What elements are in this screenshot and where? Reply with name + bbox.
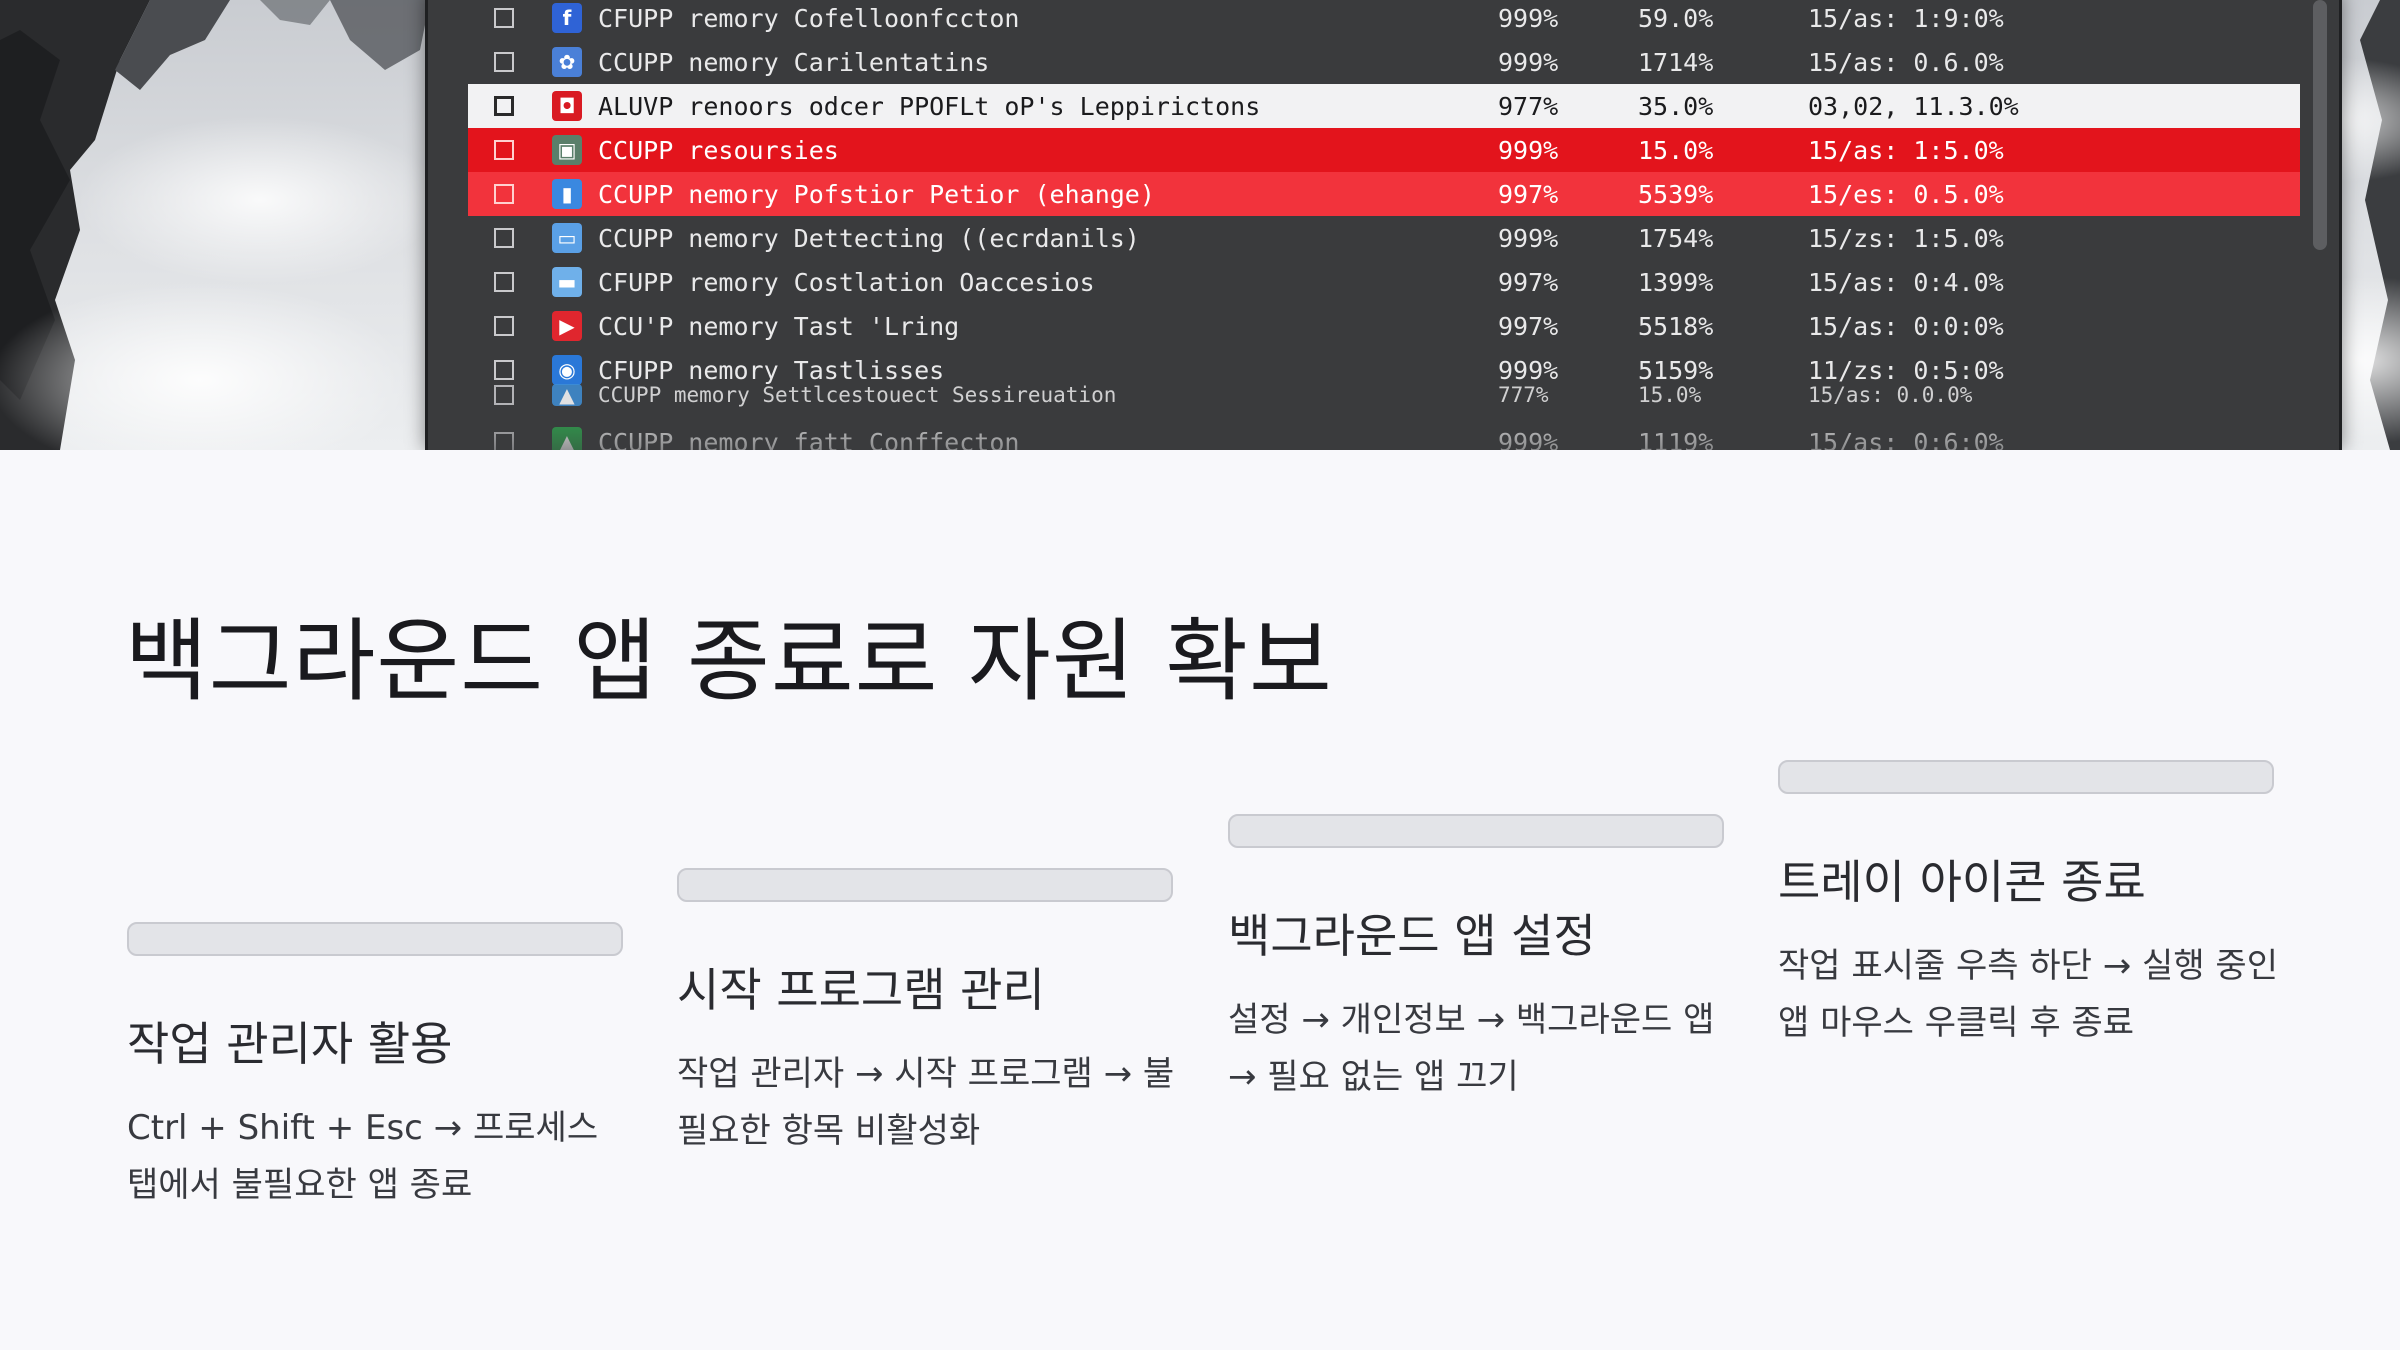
memory-value: 35.0%	[1638, 91, 1714, 121]
cpu-value: 999%	[1498, 135, 1559, 165]
bookmark-icon: ▶	[552, 311, 582, 341]
card-background-apps: 백그라운드 앱 설정 설정 → 개인정보 → 백그라운드 앱 → 필요 없는 앱…	[1228, 814, 1728, 1106]
scrollbar[interactable]	[2313, 0, 2327, 250]
row-checkbox[interactable]	[494, 316, 514, 336]
row-checkbox[interactable]	[494, 52, 514, 72]
window-icon: ▭	[552, 223, 582, 253]
card-accent-bar	[677, 868, 1173, 902]
disk-value: 15/as: 1:9:0%	[1808, 3, 2004, 33]
disk-value: 15/zs: 1:5.0%	[1808, 223, 2004, 253]
page-title: 백그라운드 앱 종료로 자원 확보	[125, 609, 1333, 714]
card-accent-bar	[1778, 760, 2274, 794]
memory-value: 5539%	[1638, 179, 1714, 209]
row-checkbox[interactable]	[494, 228, 514, 248]
process-name: ALUVP renoors odcer PPOFLt oP's Leppiric…	[598, 91, 1261, 121]
card-title: 트레이 아이콘 종료	[1778, 855, 2146, 909]
card-accent-bar	[127, 922, 623, 956]
task-manager-window: f CFUPP remory Cofelloonfccton 999% 59.0% 15…	[425, 0, 2342, 450]
cpu-value: 999%	[1498, 355, 1559, 385]
row-checkbox[interactable]	[494, 96, 514, 116]
header-image: f CFUPP remory Cofelloonfccton 999% 59.0% 15…	[0, 0, 2400, 450]
memory-value: 5518%	[1638, 311, 1714, 341]
disk-value: 11/zs: 0:5:0%	[1808, 355, 2004, 385]
memory-value: 1714%	[1638, 47, 1714, 77]
card-body: 작업 표시줄 우측 하단 → 실행 중인 앱 마우스 우클릭 후 종료	[1778, 946, 2278, 1043]
process-name: CFUPP remory Cofelloonfccton	[598, 3, 1020, 33]
process-row[interactable]: ▶ CCU'P nemory Tast 'Lring 997% 5518% 15/as:…	[468, 304, 2300, 348]
card-title: 백그라운드 앱 설정	[1228, 909, 1596, 963]
card-title: 시작 프로그램 관리	[677, 963, 1045, 1017]
card-accent-bar	[1228, 814, 1724, 848]
memory-value: 1399%	[1638, 267, 1714, 297]
row-checkbox[interactable]	[494, 272, 514, 292]
cpu-value: 997%	[1498, 179, 1559, 209]
process-name: CFUPP remory Costlation Oaccesios	[598, 267, 1095, 297]
process-row[interactable]: ✿ CCUPP nemory Carilentatins 999% 1714% 15/a…	[468, 40, 2300, 84]
cpu-value: 999%	[1498, 223, 1559, 253]
disk-value: 15/as: 0.6.0%	[1808, 47, 2004, 77]
row-checkbox[interactable]	[494, 385, 514, 405]
cpu-value: 977%	[1498, 91, 1559, 121]
process-row[interactable]: ▭ CCUPP nemory Dettecting ((ecrdanils) 999…	[468, 216, 2300, 260]
process-row[interactable]: ▮ CCUPP nemory Pofstior Petior (ehange) 99…	[468, 172, 2300, 216]
process-row[interactable]: ▣ CCUPP resoursies 999% 15.0% 15/as: 1:5.0%	[468, 128, 2300, 172]
memory-value: 1754%	[1638, 223, 1714, 253]
cpu-value: 999%	[1498, 47, 1559, 77]
bottom-fade	[428, 404, 2339, 450]
process-name: CCUPP resoursies	[598, 135, 839, 165]
card-task-manager: 작업 관리자 활용 Ctrl + Shift + Esc → 프로세스 탭에서 …	[127, 922, 627, 1214]
memory-value: 5159%	[1638, 355, 1714, 385]
row-checkbox[interactable]	[494, 8, 514, 28]
disk-value: 15/as: 0:0:0%	[1808, 311, 2004, 341]
landscape-icon: ▲	[552, 383, 582, 407]
disk-value: 15/es: 0.5.0%	[1808, 179, 2004, 209]
card-title: 작업 관리자 활용	[127, 1017, 453, 1071]
cpu-value: 997%	[1498, 267, 1559, 297]
disk-value: 15/as: 1:5.0%	[1808, 135, 2004, 165]
cpu-value: 999%	[1498, 3, 1559, 33]
card-startup-programs: 시작 프로그램 관리 작업 관리자 → 시작 프로그램 → 불필요한 항목 비활…	[677, 868, 1177, 1160]
disk-value: 15/as: 0:4.0%	[1808, 267, 2004, 297]
monitor-icon: ▬	[552, 267, 582, 297]
row-checkbox[interactable]	[494, 184, 514, 204]
card-tray-icons: 트레이 아이콘 종료 작업 표시줄 우측 하단 → 실행 중인 앱 마우스 우클…	[1778, 760, 2278, 1052]
process-name: CCUPP nemory Dettecting ((ecrdanils)	[598, 223, 1140, 253]
app-red-icon: ◘	[552, 91, 582, 121]
row-checkbox[interactable]	[494, 360, 514, 380]
process-row[interactable]: ▬ CFUPP remory Costlation Oaccesios 997% 13…	[468, 260, 2300, 304]
image-icon: ▣	[552, 135, 582, 165]
process-name: CFUPP nemory Tastlisses	[598, 355, 945, 385]
memory-value: 59.0%	[1638, 3, 1714, 33]
row-checkbox[interactable]	[494, 140, 514, 160]
card-body: 작업 관리자 → 시작 프로그램 → 불필요한 항목 비활성화	[677, 1054, 1175, 1151]
process-row[interactable]: f CFUPP remory Cofelloonfccton 999% 59.0% 15…	[468, 0, 2300, 40]
card-body: Ctrl + Shift + Esc → 프로세스 탭에서 불필요한 앱 종료	[127, 1108, 599, 1205]
facebook-icon: f	[552, 3, 582, 33]
slide: f CFUPP remory Cofelloonfccton 999% 59.0% 15…	[0, 0, 2400, 1350]
disk-value: 03,02, 11.3.0%	[1808, 91, 2019, 121]
book-icon: ▮	[552, 179, 582, 209]
process-name: CCU'P nemory Tast 'Lring	[598, 311, 960, 341]
process-name: CCUPP nemory Pofstior Petior (ehange)	[598, 179, 1155, 209]
cpu-value: 997%	[1498, 311, 1559, 341]
process-row[interactable]: ◘ ALUVP renoors odcer PPOFLt oP's Leppiri…	[468, 84, 2300, 128]
photos-icon: ✿	[552, 47, 582, 77]
card-body: 설정 → 개인정보 → 백그라운드 앱 → 필요 없는 앱 끄기	[1228, 1000, 1715, 1097]
memory-value: 15.0%	[1638, 135, 1714, 165]
process-name: CCUPP nemory Carilentatins	[598, 47, 990, 77]
compass-icon: ◉	[552, 355, 582, 385]
